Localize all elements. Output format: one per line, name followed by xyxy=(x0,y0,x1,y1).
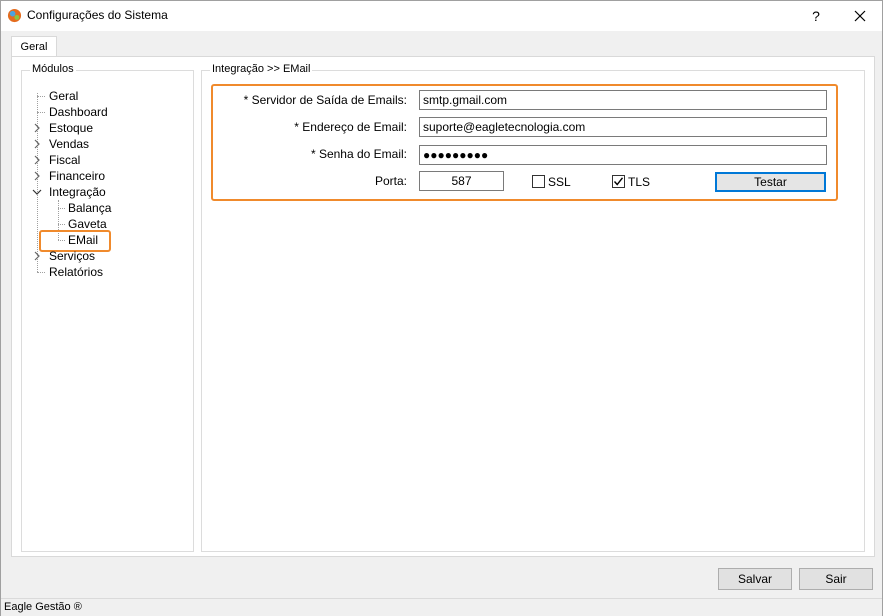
exit-button[interactable]: Sair xyxy=(799,568,873,590)
tree-item-financeiro[interactable]: Financeiro xyxy=(49,168,105,184)
close-icon xyxy=(854,10,866,22)
expand-chevron-icon[interactable] xyxy=(32,251,42,261)
tree-item-integracao[interactable]: Integração xyxy=(49,184,106,200)
tree-item-relatorios[interactable]: Relatórios xyxy=(49,264,103,280)
save-button[interactable]: Salvar xyxy=(718,568,792,590)
status-bar: Eagle Gestão ® xyxy=(1,598,882,616)
tree-item-estoque[interactable]: Estoque xyxy=(49,120,93,136)
port-label: Porta: xyxy=(374,174,407,188)
tree-item-servicos[interactable]: Serviços xyxy=(49,248,95,264)
tls-checkbox[interactable] xyxy=(612,175,625,188)
ssl-label: SSL xyxy=(548,175,571,189)
settings-window: Configurações do Sistema ? Geral Módulos… xyxy=(0,0,883,616)
ssl-checkbox[interactable] xyxy=(532,175,545,188)
app-logo-icon xyxy=(7,8,22,23)
close-button[interactable] xyxy=(849,5,871,27)
tree-line xyxy=(37,272,45,273)
modules-caption: Módulos xyxy=(30,63,76,75)
email-address-label: * Endereço de Email: xyxy=(294,120,407,134)
test-button[interactable]: Testar xyxy=(715,172,826,192)
password-label: * Senha do Email: xyxy=(310,147,407,161)
email-address-input[interactable]: suporte@eagletecnologia.com xyxy=(419,117,827,137)
tree-item-geral[interactable]: Geral xyxy=(49,88,78,104)
tree-line xyxy=(37,96,45,97)
email-config-caption: Integração >> EMail xyxy=(210,63,313,75)
modules-groupbox: Módulos xyxy=(21,63,194,552)
tree-item-fiscal[interactable]: Fiscal xyxy=(49,152,80,168)
tree-line xyxy=(37,93,38,272)
window-title: Configurações do Sistema xyxy=(27,8,168,22)
expand-chevron-icon[interactable] xyxy=(32,123,42,133)
tab-geral[interactable]: Geral xyxy=(11,36,57,57)
status-text: Eagle Gestão ® xyxy=(4,601,82,613)
checkmark-icon xyxy=(613,177,624,186)
help-button[interactable]: ? xyxy=(805,5,827,27)
tls-label: TLS xyxy=(628,175,651,189)
tree-item-balanca[interactable]: Balança xyxy=(68,200,111,216)
collapse-chevron-icon[interactable] xyxy=(32,187,42,197)
tree-line xyxy=(37,112,45,113)
smtp-server-input[interactable]: smtp.gmail.com xyxy=(419,90,827,110)
tree-item-dashboard[interactable]: Dashboard xyxy=(49,104,108,120)
tree-line xyxy=(58,224,65,225)
tree-line xyxy=(58,208,65,209)
password-input[interactable]: ●●●●●●●●● xyxy=(419,145,827,165)
expand-chevron-icon[interactable] xyxy=(32,139,42,149)
expand-chevron-icon[interactable] xyxy=(32,171,42,181)
port-input[interactable]: 587 xyxy=(419,171,504,191)
title-bar: Configurações do Sistema ? xyxy=(1,1,882,31)
expand-chevron-icon[interactable] xyxy=(32,155,42,165)
server-label: * Servidor de Saída de Emails: xyxy=(243,93,407,107)
tree-item-vendas[interactable]: Vendas xyxy=(49,136,89,152)
